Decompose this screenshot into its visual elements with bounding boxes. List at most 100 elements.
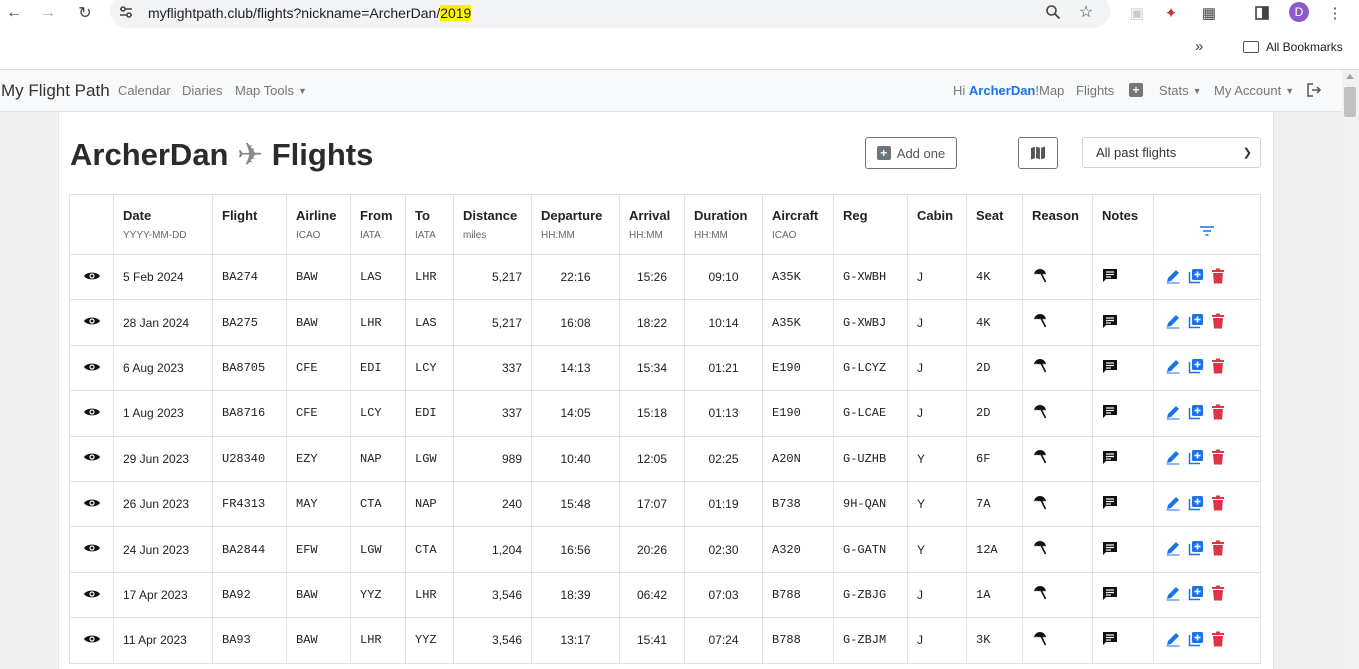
nav-calendar[interactable]: Calendar — [118, 83, 171, 98]
edit-pencil-icon[interactable] — [1165, 540, 1181, 559]
eye-icon[interactable] — [83, 406, 101, 421]
edit-pencil-icon[interactable] — [1165, 404, 1181, 423]
comment-icon[interactable] — [1102, 268, 1118, 286]
duplicate-icon[interactable] — [1188, 631, 1204, 650]
eye-icon[interactable] — [83, 315, 101, 330]
table-row: 29 Jun 2023 U28340 EZY NAP LGW 989 10:40 12:05 0… — [69, 435, 1261, 482]
notes-cell — [1092, 571, 1154, 619]
browser-menu-icon[interactable]: ⋮ — [1324, 3, 1346, 23]
edit-pencil-icon[interactable] — [1165, 268, 1181, 287]
duplicate-icon[interactable] — [1188, 449, 1204, 468]
extension-camera-icon[interactable]: ▣ — [1126, 3, 1148, 23]
comment-icon[interactable] — [1102, 541, 1118, 559]
delete-trash-icon[interactable] — [1211, 358, 1225, 377]
comment-icon[interactable] — [1102, 495, 1118, 513]
edit-pencil-icon[interactable] — [1165, 631, 1181, 650]
column-header: Seat — [966, 194, 1023, 255]
delete-trash-icon[interactable] — [1211, 540, 1225, 559]
duplicate-icon[interactable] — [1188, 268, 1204, 287]
add-flight-plus-icon[interactable]: + — [1129, 83, 1143, 97]
extensions-puzzle-icon[interactable]: ▦ — [1198, 3, 1220, 23]
umbrella-beach-icon — [1032, 449, 1048, 468]
extension-bird-icon[interactable]: ✦ — [1160, 3, 1182, 23]
comment-icon[interactable] — [1102, 359, 1118, 377]
chevron-more-icon[interactable]: » — [1195, 38, 1203, 55]
duplicate-icon[interactable] — [1188, 495, 1204, 514]
cell-seat: 1A — [966, 571, 1023, 619]
nav-diaries[interactable]: Diaries — [182, 83, 222, 98]
eye-icon[interactable] — [83, 588, 101, 603]
nav-username[interactable]: ArcherDan — [969, 83, 1035, 98]
duplicate-icon[interactable] — [1188, 585, 1204, 604]
edit-pencil-icon[interactable] — [1165, 358, 1181, 377]
comment-icon[interactable] — [1102, 586, 1118, 604]
delete-trash-icon[interactable] — [1211, 268, 1225, 287]
filter-lines-icon[interactable] — [1199, 225, 1215, 237]
duplicate-icon[interactable] — [1188, 540, 1204, 559]
cell-reg: G-GATN — [833, 526, 908, 573]
eye-icon[interactable] — [83, 633, 101, 648]
side-panel-icon[interactable] — [1251, 3, 1273, 23]
actions-cell — [1153, 617, 1261, 664]
eye-icon[interactable] — [83, 451, 101, 466]
eye-icon[interactable] — [83, 497, 101, 512]
brand-logo[interactable]: My Flight Path — [1, 81, 110, 101]
cell-arrival: 12:05 — [619, 435, 685, 482]
address-bar[interactable]: myflightpath.club/flights?nickname=Arche… — [110, 0, 1110, 28]
eye-icon[interactable] — [83, 361, 101, 376]
edit-pencil-icon[interactable] — [1165, 449, 1181, 468]
reload-icon[interactable]: ↻ — [73, 2, 97, 24]
eye-icon[interactable] — [83, 270, 101, 285]
cell-aircraft: E190 — [762, 344, 834, 392]
cell-duration: 01:21 — [684, 344, 763, 392]
site-settings-icon[interactable] — [118, 4, 134, 20]
nav-flights[interactable]: Flights — [1076, 83, 1114, 98]
notes-cell — [1092, 344, 1154, 392]
eye-icon[interactable] — [83, 542, 101, 557]
profile-avatar[interactable]: D — [1289, 2, 1309, 22]
comment-icon[interactable] — [1102, 450, 1118, 468]
cell-duration: 01:13 — [684, 390, 763, 437]
edit-pencil-icon[interactable] — [1165, 585, 1181, 604]
comment-icon[interactable] — [1102, 404, 1118, 422]
map-view-button[interactable] — [1018, 137, 1058, 169]
nav-stats[interactable]: Stats ▼ — [1159, 83, 1202, 98]
bookmark-star-icon[interactable]: ☆ — [1077, 3, 1095, 21]
nav-map[interactable]: Map — [1039, 83, 1064, 98]
cell-from: YYZ — [350, 571, 406, 619]
forward-arrow-icon[interactable]: → — [36, 2, 60, 24]
scroll-up-arrow-icon[interactable] — [1346, 74, 1354, 79]
nav-map-tools[interactable]: Map Tools ▼ — [235, 83, 307, 98]
edit-pencil-icon[interactable] — [1165, 313, 1181, 332]
nav-my-account[interactable]: My Account ▼ — [1214, 83, 1294, 98]
reason-cell — [1022, 480, 1093, 528]
back-arrow-icon[interactable]: ← — [2, 2, 26, 24]
cell-duration: 07:24 — [684, 617, 763, 664]
actions-cell — [1153, 299, 1261, 346]
comment-icon[interactable] — [1102, 631, 1118, 649]
column-header-label: Airline — [296, 208, 337, 223]
comment-icon[interactable] — [1102, 314, 1118, 332]
delete-trash-icon[interactable] — [1211, 495, 1225, 514]
column-header: Distance miles — [453, 194, 532, 255]
title-username: ArcherDan — [70, 137, 229, 172]
delete-trash-icon[interactable] — [1211, 449, 1225, 468]
flights-filter-select[interactable]: All past flights ❯ — [1082, 137, 1261, 168]
delete-trash-icon[interactable] — [1211, 631, 1225, 650]
cell-to: LAS — [405, 299, 454, 346]
zoom-icon[interactable] — [1044, 3, 1062, 21]
delete-trash-icon[interactable] — [1211, 585, 1225, 604]
folder-icon — [1243, 41, 1259, 53]
add-one-button[interactable]: + Add one — [865, 137, 957, 169]
logout-icon[interactable] — [1306, 82, 1322, 102]
duplicate-icon[interactable] — [1188, 404, 1204, 423]
duplicate-icon[interactable] — [1188, 313, 1204, 332]
all-bookmarks-button[interactable]: All Bookmarks — [1243, 40, 1343, 54]
duplicate-icon[interactable] — [1188, 358, 1204, 377]
delete-trash-icon[interactable] — [1211, 404, 1225, 423]
scrollbar-thumb[interactable] — [1344, 87, 1356, 117]
cell-airline: BAW — [286, 571, 351, 619]
page-scrollbar[interactable] — [1342, 70, 1359, 669]
edit-pencil-icon[interactable] — [1165, 495, 1181, 514]
delete-trash-icon[interactable] — [1211, 313, 1225, 332]
